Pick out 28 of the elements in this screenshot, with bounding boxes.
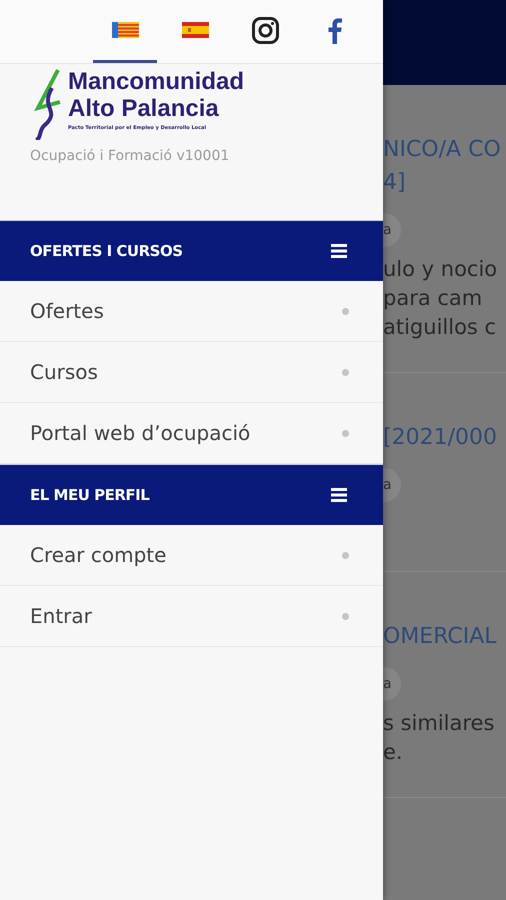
section-title: EL MEU PERFIL: [30, 486, 150, 504]
card-title: OMERCIAL: [383, 623, 498, 651]
card-description: e.: [383, 739, 404, 766]
bullet-icon: [342, 552, 349, 558]
section-title: OFERTES I CURSOS: [30, 242, 183, 260]
app-subtitle: Ocupació i Formació v10001: [30, 148, 230, 164]
facebook-icon: [328, 16, 342, 44]
menu-icon: [331, 244, 347, 258]
card-description: s similares: [383, 710, 496, 737]
bullet-icon: [342, 308, 349, 314]
spanish-flag-icon: [182, 22, 208, 38]
instagram-icon: [252, 16, 278, 44]
bullet-icon: [342, 612, 349, 620]
card-description: atiguillos c: [383, 314, 498, 341]
card-tag: a: [383, 213, 401, 247]
valencian-flag-icon: [112, 22, 138, 38]
bullet-icon: [342, 368, 349, 376]
card-tag: a: [383, 468, 401, 502]
logo-title: Mancomunidad: [68, 68, 244, 95]
card-tag: a: [383, 667, 401, 701]
card-description: para cam: [383, 285, 484, 312]
card-description: ulo y nocio: [383, 256, 498, 283]
bullet-icon: [342, 430, 349, 436]
logo-title: Alto Palancia: [68, 95, 220, 122]
card-title: [2021/000: [383, 424, 498, 452]
card-title: 4]: [383, 169, 407, 197]
card-title: NICO/A CO: [383, 136, 502, 164]
menu-icon: [331, 488, 347, 502]
